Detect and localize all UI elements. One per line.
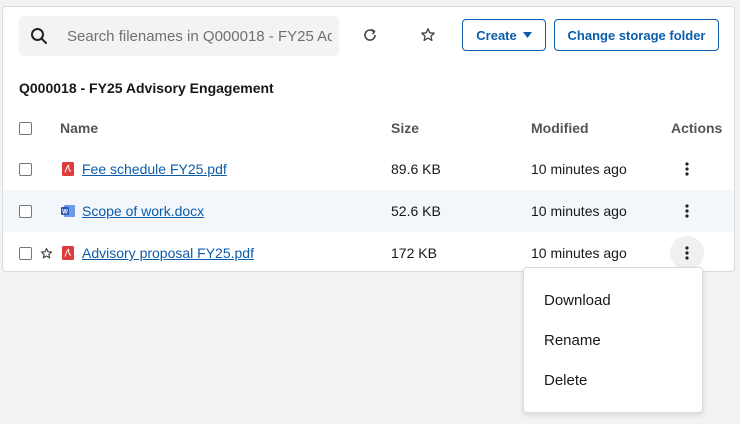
search-icon — [19, 27, 59, 45]
menu-item-delete[interactable]: Delete — [524, 360, 702, 400]
search-input[interactable] — [67, 27, 332, 45]
column-header-name[interactable]: Name — [60, 108, 98, 148]
pdf-file-icon — [61, 162, 75, 176]
file-size: 52.6 KB — [391, 203, 441, 219]
file-modified: 10 minutes ago — [531, 203, 627, 219]
search-box[interactable] — [19, 16, 339, 56]
row-checkbox[interactable] — [19, 246, 32, 260]
row-actions-kebab-icon[interactable] — [670, 194, 704, 228]
folder-title: Q000018 - FY25 Advisory Engagement — [19, 80, 274, 96]
change-storage-folder-label: Change storage folder — [567, 27, 706, 43]
caret-down-icon — [522, 32, 532, 38]
file-size: 89.6 KB — [391, 161, 441, 177]
row-checkbox[interactable] — [19, 162, 32, 176]
svg-text:W: W — [62, 210, 68, 216]
table-row: Fee schedule FY25.pdf 89.6 KB 10 minutes… — [3, 148, 734, 190]
pdf-file-icon — [61, 246, 75, 260]
table-row: W Scope of work.docx 52.6 KB 10 minutes … — [3, 190, 734, 232]
file-name-link[interactable]: Advisory proposal FY25.pdf — [82, 245, 254, 261]
file-size: 172 KB — [391, 245, 437, 261]
select-all-checkbox[interactable] — [19, 121, 32, 135]
row-checkbox[interactable] — [19, 204, 32, 218]
menu-item-download[interactable]: Download — [524, 280, 702, 320]
files-table: Name Size Modified Actions Fee schedule … — [3, 108, 734, 274]
column-header-modified[interactable]: Modified — [531, 108, 589, 148]
star-icon[interactable] — [416, 23, 440, 47]
menu-item-rename[interactable]: Rename — [524, 320, 702, 360]
refresh-icon[interactable] — [358, 23, 382, 47]
file-name-link[interactable]: Scope of work.docx — [82, 203, 204, 219]
file-modified: 10 minutes ago — [531, 161, 627, 177]
row-actions-kebab-icon[interactable] — [670, 236, 704, 270]
row-actions-menu: Download Rename Delete — [523, 267, 703, 413]
word-file-icon: W — [61, 204, 75, 218]
files-panel: Create Change storage folder Q000018 - F… — [2, 6, 735, 272]
file-modified: 10 minutes ago — [531, 245, 627, 261]
change-storage-folder-button[interactable]: Change storage folder — [554, 19, 719, 51]
column-header-size[interactable]: Size — [391, 108, 419, 148]
create-button[interactable]: Create — [462, 19, 546, 51]
column-header-actions: Actions — [671, 120, 723, 136]
file-name-link[interactable]: Fee schedule FY25.pdf — [82, 161, 227, 177]
row-actions-kebab-icon[interactable] — [670, 152, 704, 186]
table-header: Name Size Modified Actions — [3, 108, 734, 148]
create-button-label: Create — [476, 27, 517, 43]
favorite-star-icon[interactable] — [40, 247, 53, 260]
